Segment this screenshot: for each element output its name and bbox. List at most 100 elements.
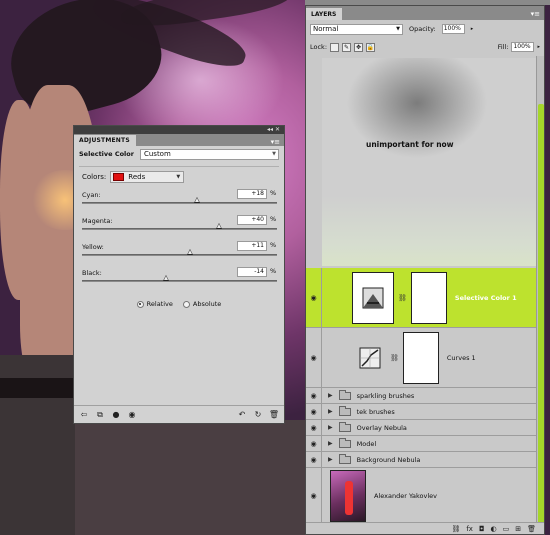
layer-list[interactable]: unimportant for now ◉ ⛓ Selective Color … <box>306 56 538 524</box>
colors-dropdown[interactable]: Reds ▼ <box>110 171 185 183</box>
radio-absolute[interactable]: Absolute <box>182 300 221 308</box>
chevron-right-icon[interactable]: ▸ <box>471 26 474 32</box>
fx-icon[interactable]: fx <box>466 525 473 533</box>
slider-cyan: Cyan: +18 % <box>74 187 284 213</box>
adjustment-thumbnail[interactable] <box>352 271 394 324</box>
clip-to-layer-icon[interactable]: ● <box>111 410 121 420</box>
eye-icon[interactable]: ◉ <box>310 392 316 400</box>
layer-name[interactable]: Selective Color 1 <box>455 294 517 302</box>
slider-thumb[interactable] <box>162 275 169 281</box>
layer-group-model[interactable]: ◉ ▶ Model <box>306 436 538 452</box>
reset-icon[interactable]: ↻ <box>253 410 263 420</box>
visibility-toggle[interactable]: ◉ <box>306 436 322 451</box>
lock-all-icon[interactable]: 🔒 <box>366 42 376 52</box>
group-icon[interactable]: ▭ <box>503 525 510 533</box>
visibility-toggle[interactable]: ◉ <box>306 268 322 327</box>
layers-scrollbar[interactable] <box>536 56 544 524</box>
slider-value-input[interactable]: +40 <box>237 215 267 225</box>
slider-thumb[interactable] <box>194 197 201 203</box>
trash-icon[interactable]: 🗑 <box>269 410 279 420</box>
slider-track[interactable] <box>82 280 277 282</box>
slider-thumb[interactable] <box>187 249 194 255</box>
panel-grip[interactable]: ◂◂ ✕ <box>74 126 284 134</box>
layer-row-alexander-yakovlev[interactable]: ◉ Alexander Yakovlev <box>306 468 538 524</box>
slider-track[interactable] <box>82 254 277 256</box>
layer-name[interactable]: sparkling brushes <box>357 392 415 400</box>
layer-name[interactable]: Overlay Nebula <box>357 424 407 432</box>
chevron-right-icon[interactable]: ▸ <box>537 44 540 50</box>
preset-value: Custom <box>143 150 171 158</box>
panel-menu-icon[interactable]: ▾≡ <box>531 10 544 20</box>
layer-group-sparkling-brushes[interactable]: ◉ ▶ sparkling brushes <box>306 388 538 404</box>
preset-dropdown[interactable]: Custom ▼ <box>139 148 279 160</box>
lock-image-icon[interactable]: ✎ <box>342 42 352 52</box>
layers-footer: ⛓ fx ◘ ◐ ▭ ⊞ 🗑 <box>306 522 544 534</box>
method-radio-group: Relative Absolute <box>74 295 284 313</box>
expand-triangle-icon[interactable]: ▶ <box>328 408 333 415</box>
visibility-eye-icon[interactable]: ◉ <box>127 410 137 420</box>
eye-icon[interactable]: ◉ <box>310 440 316 448</box>
layer-group-background-nebula[interactable]: ◉ ▶ Background Nebula <box>306 452 538 468</box>
eye-icon[interactable]: ◉ <box>310 408 316 416</box>
slider-value-input[interactable]: +18 <box>237 189 267 199</box>
radio-button[interactable] <box>182 300 190 308</box>
lock-position-icon[interactable]: ✥ <box>354 42 364 52</box>
eye-icon[interactable]: ◉ <box>310 424 316 432</box>
link-icon[interactable]: ⛓ <box>451 525 460 533</box>
scrollbar-thumb[interactable] <box>538 104 544 524</box>
radio-button[interactable] <box>136 300 144 308</box>
trash-icon[interactable]: 🗑 <box>527 525 536 533</box>
eye-icon[interactable]: ◉ <box>310 492 316 500</box>
view-previous-icon[interactable]: ↶ <box>237 410 247 420</box>
eye-icon[interactable]: ◉ <box>310 294 316 302</box>
layer-name[interactable]: tek brushes <box>357 408 395 416</box>
expand-triangle-icon[interactable]: ▶ <box>328 456 333 463</box>
layer-name[interactable]: Alexander Yakovlev <box>374 492 437 500</box>
visibility-toggle[interactable]: ◉ <box>306 404 322 419</box>
opacity-input[interactable]: 100% <box>441 24 465 34</box>
tab-layers[interactable]: LAYERS <box>306 8 343 20</box>
fill-input[interactable]: 100% <box>511 42 535 52</box>
layer-name[interactable]: Background Nebula <box>357 456 421 464</box>
layer-group-overlay-nebula[interactable]: ◉ ▶ Overlay Nebula <box>306 420 538 436</box>
slider-thumb[interactable] <box>215 223 222 229</box>
tab-adjustments[interactable]: ADJUSTMENTS <box>74 135 136 146</box>
layer-row-selective-color[interactable]: ◉ ⛓ Selective Color 1 <box>306 268 538 328</box>
slider-track[interactable] <box>82 228 277 230</box>
slider-value-input[interactable]: -14 <box>237 267 267 277</box>
visibility-toggle[interactable]: ◉ <box>306 388 322 403</box>
chain-link-icon[interactable]: ⛓ <box>390 354 399 362</box>
collapse-icon[interactable]: ◂◂ ✕ <box>267 127 280 133</box>
eye-icon[interactable]: ◉ <box>310 354 316 362</box>
layer-row-curves[interactable]: ◉ ⛓ Curves 1 <box>306 328 538 388</box>
back-arrow-icon[interactable]: ⇦ <box>79 410 89 420</box>
layer-name[interactable]: Model <box>357 440 377 448</box>
chain-link-icon[interactable]: ⛓ <box>398 294 407 302</box>
layer-group-tek-brushes[interactable]: ◉ ▶ tek brushes <box>306 404 538 420</box>
mask-thumbnail[interactable] <box>410 271 447 324</box>
slider-track[interactable] <box>82 202 277 204</box>
adjustment-icon[interactable]: ◐ <box>491 525 497 533</box>
expand-triangle-icon[interactable]: ▶ <box>328 424 333 431</box>
slider-value-input[interactable]: +11 <box>237 241 267 251</box>
new-layer-icon[interactable]: ⊞ <box>515 525 521 533</box>
expand-view-icon[interactable]: ⧉ <box>95 410 105 420</box>
radio-relative[interactable]: Relative <box>136 300 173 308</box>
lock-transparent-icon[interactable] <box>330 42 340 52</box>
adjustment-thumbnail[interactable] <box>358 346 382 370</box>
layer-name[interactable]: Curves 1 <box>447 354 476 362</box>
mask-thumbnail[interactable] <box>402 331 439 384</box>
adjustments-tabbar: ADJUSTMENTS ▾≡ <box>74 134 284 146</box>
layer-thumbnail[interactable] <box>330 470 366 522</box>
visibility-toggle[interactable]: ◉ <box>306 420 322 435</box>
visibility-toggle[interactable]: ◉ <box>306 452 322 467</box>
expand-triangle-icon[interactable]: ▶ <box>328 392 333 399</box>
panel-menu-icon[interactable]: ▾≡ <box>271 138 284 146</box>
expand-triangle-icon[interactable]: ▶ <box>328 440 333 447</box>
blend-mode-dropdown[interactable]: Normal ▼ <box>310 23 403 35</box>
visibility-toggle[interactable]: ◉ <box>306 328 322 387</box>
panel-menu-glyph[interactable]: ▾≡ <box>531 10 540 18</box>
eye-icon[interactable]: ◉ <box>310 456 316 464</box>
visibility-toggle[interactable]: ◉ <box>306 468 322 524</box>
mask-icon[interactable]: ◘ <box>479 525 485 533</box>
